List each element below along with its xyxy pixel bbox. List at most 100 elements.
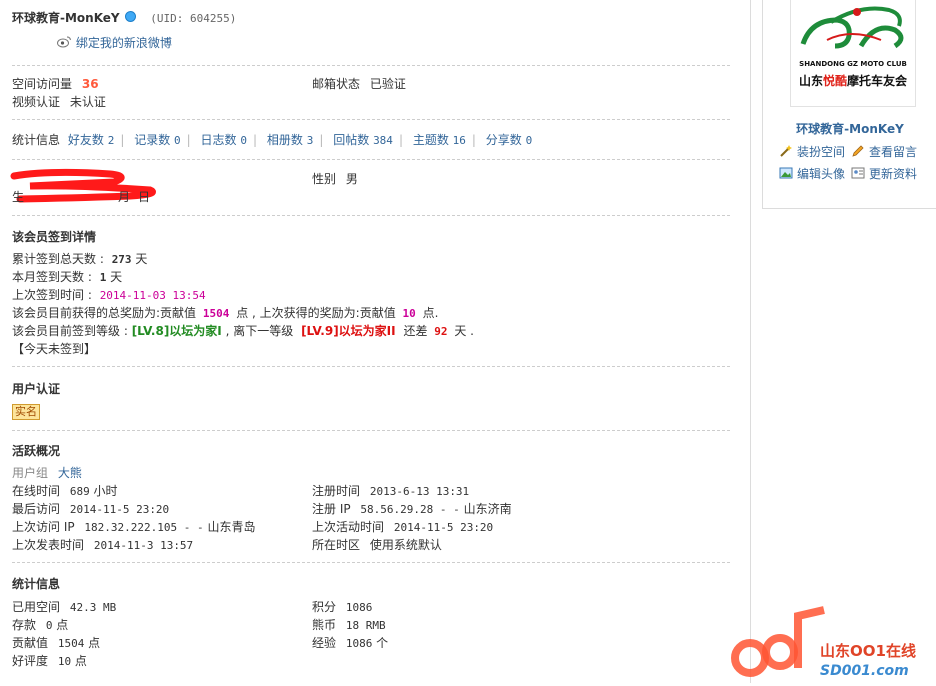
signin-level: 该会员目前签到等级 : [LV.8]以坛为家I , 离下一等级 [LV.9]以坛… (12, 322, 474, 339)
level-current: [LV.8]以坛为家I (131, 324, 222, 338)
last-active: 上次活动时间 2014-11-5 23:20 (312, 518, 493, 535)
reg-time: 注册时间 2013-6-13 13:31 (312, 482, 469, 499)
stat-blogs-label[interactable]: 日志数 (201, 133, 237, 147)
level-gap-prefix: 还差 (403, 324, 428, 338)
sidebar-username[interactable]: 环球教育-MonKeY (763, 120, 936, 137)
rating: 好评度 10 点 (12, 652, 87, 669)
reg-ip-value: 58.56.29.28 - - (360, 503, 460, 516)
signin-last-value: 2014-11-03 13:54 (99, 289, 206, 302)
separator: | (471, 133, 476, 147)
user-group-link[interactable]: 大熊 (58, 466, 82, 480)
signin-last-label: 上次签到时间 : (12, 288, 92, 302)
stat-shares-label[interactable]: 分享数 (486, 133, 522, 147)
level-gap-value: 92 (434, 325, 448, 338)
user-group-label: 用户组 (12, 466, 49, 480)
video-auth-label: 视频认证 (12, 95, 61, 109)
club-english-name: SHANDONG GZ MOTO CLUB (799, 60, 907, 68)
signin-month-label: 本月签到天数 : (12, 270, 92, 284)
edit-avatar-label[interactable]: 编辑头像 (797, 167, 845, 181)
stat-replies-label[interactable]: 回帖数 (333, 133, 369, 147)
point-unit: 点 (56, 618, 69, 632)
club-name-post: 摩托车友会 (847, 74, 908, 88)
points-value: 1086 (345, 601, 373, 614)
online-time-unit: 小时 (93, 484, 118, 498)
decorate-space-link[interactable]: 装扮空间 (779, 143, 845, 160)
email-status-label: 邮箱状态 (312, 77, 361, 91)
view-messages-link[interactable]: 查看留言 (851, 143, 917, 160)
deposit-value: 0 (45, 619, 53, 632)
video-auth-value: 未认证 (69, 95, 106, 109)
edit-avatar-link[interactable]: 编辑头像 (779, 165, 845, 182)
avatar[interactable]: SHANDONG GZ MOTO CLUB 山东悦酷摩托车友会 (790, 0, 916, 107)
user-group: 用户组 大熊 (12, 464, 82, 481)
auth-title: 用户认证 (12, 382, 61, 396)
stat-albums[interactable]: 相册数 3 (267, 133, 313, 147)
stat-shares[interactable]: 分享数 0 (486, 133, 532, 147)
space-visits: 空间访问量 36 (12, 75, 99, 92)
update-profile-link[interactable]: 更新资料 (851, 165, 917, 182)
club-name-em: 悦酷 (822, 74, 847, 88)
stat-albums-label[interactable]: 相册数 (267, 133, 303, 147)
experience: 经验 1086 个 (312, 634, 388, 651)
decorate-space-label[interactable]: 装扮空间 (797, 145, 845, 159)
stat-friends[interactable]: 好友数 2 (64, 133, 114, 147)
points: 积分 1086 (312, 598, 372, 615)
site-watermark: 山东OO1在线 SD001.com (728, 606, 936, 683)
divider (12, 159, 730, 160)
level-next: [LV.9]以坛为家II (301, 324, 396, 338)
svg-text:生: 生 (12, 190, 24, 204)
last-visit-value: 2014-11-5 23:20 (69, 503, 170, 516)
level-gap-suffix: 天 . (454, 324, 474, 338)
level-mid: , 离下一等级 (225, 324, 294, 338)
signin-month-value: 1 (99, 271, 107, 284)
stat-replies[interactable]: 回帖数 384 (333, 133, 393, 147)
svg-text:日: 日 (138, 190, 150, 204)
statistics-title: 统计信息 (12, 577, 61, 591)
stat-blogs[interactable]: 日志数 0 (201, 133, 247, 147)
profile-header: 环球教育-MonKeY (UID: 604255) (12, 9, 236, 26)
realname-badge[interactable]: 实名 (12, 404, 40, 420)
weibo-icon (57, 35, 72, 48)
stat-records-label[interactable]: 记录数 (134, 133, 170, 147)
moto-club-logo: SHANDONG GZ MOTO CLUB (799, 6, 907, 68)
sidebar: SHANDONG GZ MOTO CLUB 山东悦酷摩托车友会 环球教育-Mon… (762, 0, 936, 209)
update-profile-label[interactable]: 更新资料 (869, 167, 917, 181)
rating-label: 好评度 (12, 654, 49, 668)
activity-title: 活跃概况 (12, 444, 61, 458)
weibo-bind-link[interactable]: 绑定我的新浪微博 (76, 36, 172, 50)
stat-threads-label[interactable]: 主题数 (413, 133, 449, 147)
signin-total-label: 累计签到总天数 : (12, 252, 104, 266)
level-prefix: 该会员目前签到等级 : (12, 324, 128, 338)
uid-label: (UID: 604255) (150, 12, 237, 25)
timezone: 所在时区 使用系统默认 (312, 536, 442, 553)
stat-records[interactable]: 记录数 0 (134, 133, 180, 147)
last-active-value: 2014-11-5 23:20 (393, 521, 494, 534)
last-ip: 上次访问 IP 182.32.222.105 - - 山东青岛 (12, 518, 255, 535)
weibo-bind[interactable]: 绑定我的新浪微博 (57, 34, 172, 51)
stats-bar-label: 统计信息 (12, 133, 61, 147)
last-active-label: 上次活动时间 (312, 520, 385, 534)
stat-blogs-value: 0 (240, 134, 247, 147)
stat-friends-label[interactable]: 好友数 (68, 133, 104, 147)
stat-shares-value: 0 (525, 134, 533, 147)
separator: | (120, 133, 125, 147)
last-visit: 最后访问 2014-11-5 23:20 (12, 500, 169, 517)
last-ip-location: 山东青岛 (207, 520, 256, 534)
reg-time-value: 2013-6-13 13:31 (369, 485, 470, 498)
view-messages-label[interactable]: 查看留言 (869, 145, 917, 159)
stat-threads[interactable]: 主题数 16 (413, 133, 466, 147)
space-visits-value: 36 (81, 77, 99, 91)
reward-suffix: 点. (422, 306, 439, 320)
deposit-label: 存款 (12, 618, 37, 632)
email-status-value: 已验证 (369, 77, 406, 91)
reg-ip: 注册 IP 58.56.29.28 - - 山东济南 (312, 500, 512, 517)
timezone-label: 所在时区 (312, 538, 361, 552)
last-post-label: 上次发表时间 (12, 538, 85, 552)
pencil-icon (851, 144, 865, 158)
signin-title: 该会员签到详情 (12, 230, 97, 244)
timezone-value: 使用系统默认 (369, 538, 442, 552)
signin-total: 累计签到总天数 : 273 天 (12, 250, 147, 267)
stat-threads-value: 16 (452, 134, 466, 147)
space-visits-label: 空间访问量 (12, 77, 73, 91)
point-unit: 点 (88, 636, 101, 650)
